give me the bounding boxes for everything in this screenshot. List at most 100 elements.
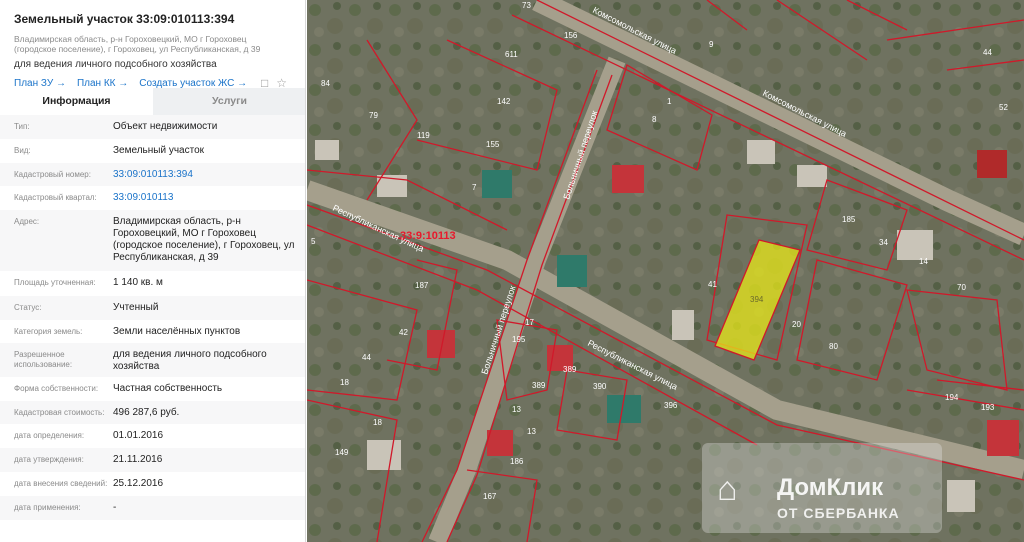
- parcel-number: 390: [593, 382, 607, 391]
- tab-information[interactable]: Информация: [0, 88, 153, 115]
- info-row: Кадастровый номер: 33:09:010113:394: [0, 163, 305, 186]
- parcel-address: Владимирская область, р-н Гороховецкий, …: [14, 34, 261, 54]
- parcel-number: 42: [399, 328, 408, 337]
- parcel-number: 149: [335, 448, 349, 457]
- domclick-logo-icon: ⌂: [717, 470, 738, 508]
- info-row: Статус: Учтенный: [0, 296, 305, 320]
- plan-kk-link[interactable]: План КК →: [77, 78, 128, 89]
- row-value: Частная собственность: [113, 383, 223, 394]
- parcel-number: 396: [664, 401, 678, 410]
- parcel-number: 5: [311, 237, 316, 246]
- parcel-number: 41: [708, 280, 717, 289]
- parcel-number: 186: [510, 457, 524, 466]
- parcel-number: 18: [340, 378, 349, 387]
- tab-bar: Информация Услуги: [0, 88, 305, 115]
- parcel-number: 79: [369, 111, 378, 120]
- info-row: дата утверждения: 21.11.2016: [0, 448, 305, 472]
- row-value: Учтенный: [113, 302, 159, 313]
- info-row: Тип: Объект недвижимости: [0, 115, 305, 139]
- row-value: 1 140 кв. м: [113, 277, 163, 288]
- create-parcel-link[interactable]: Создать участок ЖС →: [139, 78, 247, 89]
- row-label: дата применения:: [14, 503, 81, 512]
- parcel-number: 195: [512, 335, 526, 344]
- parcel-number: 119: [417, 131, 430, 140]
- row-label: Кадастровый номер:: [14, 170, 91, 179]
- parcel-number: 1: [667, 97, 672, 106]
- parcel-number: 194: [945, 393, 959, 402]
- row-label: дата внесения сведений:: [14, 479, 108, 488]
- parcel-number: 8: [652, 115, 657, 124]
- parcel-number: 155: [486, 140, 500, 149]
- parcel-number: 84: [321, 79, 330, 88]
- row-value: 496 287,6 руб.: [113, 407, 180, 418]
- info-row: Кадастровая стоимость: 496 287,6 руб.: [0, 401, 305, 424]
- row-label: Кадастровый квартал:: [14, 193, 97, 202]
- row-label: Разрешенное использование:: [14, 350, 73, 369]
- parcel-number: 193: [981, 403, 995, 412]
- parcel-number: 142: [497, 97, 511, 106]
- parcel-number: 9: [709, 40, 714, 49]
- parcel-number: 18: [373, 418, 382, 427]
- parcel-number: 80: [829, 342, 838, 351]
- row-value: 25.12.2016: [113, 478, 164, 489]
- selected-parcel-label: 394: [750, 295, 764, 304]
- row-label: дата утверждения:: [14, 455, 84, 464]
- parcel-number: 7: [472, 183, 477, 192]
- tab-services[interactable]: Услуги: [153, 88, 305, 115]
- parcel-number: 156: [564, 31, 578, 40]
- parcel-number: 185: [842, 215, 856, 224]
- row-label: Вид:: [14, 146, 31, 155]
- parcel-number: 14: [919, 257, 928, 266]
- row-value: -: [113, 502, 117, 513]
- row-value: Объект недвижимости: [113, 121, 218, 132]
- parcel-number: 34: [879, 238, 888, 247]
- info-row: Разрешенное использование: для ведения ли…: [0, 343, 305, 377]
- row-label: Тип:: [14, 122, 30, 131]
- parcel-purpose: для ведения личного подсобного хозяйства: [14, 59, 217, 70]
- panel-header: Земельный участок 33:09:010113:394 Влади…: [0, 0, 305, 90]
- parcel-number: 389: [532, 381, 546, 390]
- row-label: дата определения:: [14, 431, 85, 440]
- info-row: Адрес: Владимирская область, р-н Горохове…: [0, 210, 305, 271]
- row-value: 21.11.2016: [113, 454, 163, 465]
- info-row: дата внесения сведений: 25.12.2016: [0, 472, 305, 496]
- info-row: дата определения: 01.01.2016: [0, 424, 305, 448]
- parcel-number: 13: [527, 427, 536, 436]
- plan-zu-link[interactable]: План ЗУ →: [14, 78, 66, 89]
- watermark-brand: ДомКлик: [777, 474, 884, 501]
- watermark-sub: ОТ СБЕРБАНКА: [777, 505, 900, 521]
- row-label: Кадастровая стоимость:: [14, 408, 105, 417]
- row-label: Площадь уточненная:: [14, 278, 96, 287]
- parcel-title: Земельный участок 33:09:010113:394: [14, 12, 235, 26]
- info-row: Форма собственности: Частная собственност…: [0, 377, 305, 401]
- row-value: Владимирская область, р-н Гороховецкий, …: [113, 216, 295, 263]
- info-row: Вид: Земельный участок: [0, 139, 305, 163]
- parcel-number: 187: [415, 281, 429, 290]
- cadastral-quarter-link[interactable]: 33:09:010113: [113, 186, 298, 204]
- info-row: Кадастровый квартал: 33:09:010113: [0, 186, 305, 210]
- parcel-number: 44: [983, 48, 992, 57]
- row-value: Земельный участок: [113, 145, 205, 156]
- info-row: дата применения: -: [0, 496, 305, 520]
- parcel-number: 52: [999, 103, 1008, 112]
- parcel-number: 17: [525, 318, 534, 327]
- row-value: для ведения личного подсобного хозяйства: [113, 349, 267, 372]
- parcel-number: 73: [522, 1, 531, 10]
- row-label: Статус:: [14, 303, 42, 312]
- row-value: Земли населённых пунктов: [113, 326, 241, 337]
- cadastral-number-link[interactable]: 33:09:010113:394: [113, 163, 298, 181]
- info-row: Категория земель: Земли населённых пункто…: [0, 320, 305, 343]
- row-value: 01.01.2016: [113, 430, 164, 441]
- parcel-number: 20: [792, 320, 801, 329]
- parcel-number: 13: [512, 405, 521, 414]
- info-table: Тип: Объект недвижимости Вид: Земельный уч…: [0, 115, 305, 520]
- parcel-number: 389: [563, 365, 577, 374]
- row-label: Адрес:: [14, 217, 40, 226]
- info-panel: Земельный участок 33:09:010113:394 Влади…: [0, 0, 306, 542]
- cadastral-map[interactable]: 394 33:9:10113 Комсомольская улица Комсо…: [307, 0, 1024, 542]
- row-label: Категория земель:: [14, 327, 83, 336]
- parcel-number: 167: [483, 492, 497, 501]
- row-label: Форма собственности:: [14, 384, 99, 393]
- parcel-number: 44: [362, 353, 371, 362]
- info-row: Площадь уточненная: 1 140 кв. м: [0, 271, 305, 296]
